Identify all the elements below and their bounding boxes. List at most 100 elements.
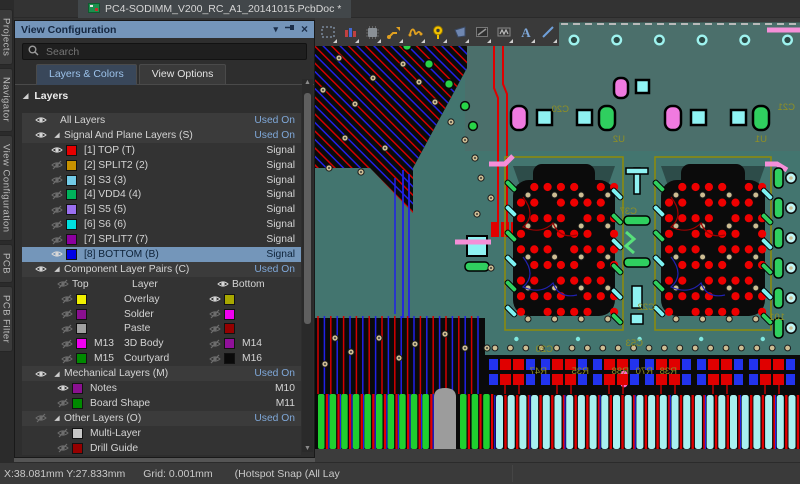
- pair-row[interactable]: Paste: [22, 321, 301, 337]
- layer-row[interactable]: [2] SPLIT2 (2) Signal: [22, 157, 301, 173]
- eye-hidden-icon[interactable]: [58, 324, 76, 334]
- layer-row[interactable]: Notes M10: [22, 381, 301, 396]
- eye-hidden-icon[interactable]: [54, 398, 72, 408]
- eye-visible-icon[interactable]: [32, 369, 50, 379]
- eye-hidden-icon[interactable]: [58, 294, 76, 304]
- panel-menu-button[interactable]: ▾: [273, 21, 278, 38]
- layer-color-swatch[interactable]: [224, 338, 235, 350]
- scroll-thumb[interactable]: [304, 93, 311, 325]
- layer-color-swatch[interactable]: [224, 308, 235, 320]
- eye-visible-icon[interactable]: [48, 249, 66, 259]
- layer-color-swatch[interactable]: [66, 234, 77, 246]
- eye-visible-icon[interactable]: [54, 383, 72, 393]
- pair-row[interactable]: Overlay: [22, 291, 301, 307]
- eye-hidden-icon[interactable]: [32, 413, 50, 423]
- eye-hidden-icon[interactable]: [206, 324, 224, 334]
- layer-row[interactable]: [5] S5 (5) Signal: [22, 202, 301, 218]
- layer-row[interactable]: [3] S3 (3) Signal: [22, 172, 301, 188]
- scroll-down-icon[interactable]: ▼: [302, 445, 313, 452]
- layer-color-swatch[interactable]: [66, 204, 77, 216]
- eye-hidden-icon[interactable]: [54, 428, 72, 438]
- layer-color-swatch[interactable]: [224, 353, 235, 365]
- layer-row[interactable]: Drill Guide: [22, 440, 301, 456]
- eye-hidden-icon[interactable]: [58, 339, 76, 349]
- layer-color-swatch[interactable]: [76, 308, 87, 320]
- pcb-editor-view[interactable]: C37 C20 C20 C21 U2 U1 C22 C53 101 R47 R3…: [315, 18, 800, 462]
- eye-hidden-icon[interactable]: [48, 235, 66, 245]
- tune-route-icon[interactable]: [405, 19, 427, 45]
- eye-hidden-icon[interactable]: [48, 190, 66, 200]
- component-icon[interactable]: [361, 19, 383, 45]
- side-tab-view-configuration[interactable]: View Configuration: [0, 134, 13, 242]
- eye-hidden-icon[interactable]: [48, 220, 66, 230]
- pair-row[interactable]: M13 3D Body M14: [22, 336, 301, 352]
- eye-hidden-icon[interactable]: [54, 443, 72, 453]
- layer-row[interactable]: [1] TOP (T) Signal: [22, 142, 301, 158]
- panel-pin-button[interactable]: [284, 21, 294, 38]
- expand-triangle-icon[interactable]: ◢: [50, 370, 64, 378]
- place-via-icon[interactable]: [427, 19, 449, 45]
- layer-color-swatch[interactable]: [66, 219, 77, 231]
- layer-row[interactable]: Board Shape M11: [22, 395, 301, 411]
- layer-color-swatch[interactable]: [224, 293, 235, 305]
- layer-color-swatch[interactable]: [76, 338, 87, 350]
- pair-row[interactable]: M15 Courtyard M16: [22, 351, 301, 367]
- route-track-icon[interactable]: [383, 19, 405, 45]
- eye-visible-icon[interactable]: [32, 115, 50, 125]
- layer-color-swatch[interactable]: [72, 382, 83, 394]
- eye-hidden-icon[interactable]: [206, 339, 224, 349]
- search-input[interactable]: [44, 44, 274, 59]
- side-tab-navigator[interactable]: Navigator: [0, 68, 13, 132]
- measure-icon[interactable]: [493, 19, 515, 45]
- pair-header-row[interactable]: Top Layer Bottom: [22, 276, 301, 292]
- layer-row[interactable]: ◢ Mechanical Layers (M) Used On: [22, 366, 301, 382]
- eye-hidden-icon[interactable]: [48, 175, 66, 185]
- scroll-up-icon[interactable]: ▲: [302, 79, 313, 86]
- layer-color-swatch[interactable]: [66, 144, 77, 156]
- eye-visible-icon[interactable]: [32, 130, 50, 140]
- tab-view-options[interactable]: View Options: [138, 64, 227, 84]
- side-tab-projects[interactable]: Projects: [0, 9, 13, 66]
- layer-row[interactable]: [6] S6 (6) Signal: [22, 217, 301, 233]
- layer-color-swatch[interactable]: [224, 323, 235, 335]
- layer-color-swatch[interactable]: [66, 248, 77, 260]
- layer-color-swatch[interactable]: [66, 174, 77, 186]
- layer-color-swatch[interactable]: [66, 159, 77, 171]
- eye-hidden-icon[interactable]: [58, 354, 76, 364]
- eye-hidden-icon[interactable]: [206, 354, 224, 364]
- expand-triangle-icon[interactable]: ◢: [50, 414, 64, 422]
- expand-triangle-icon[interactable]: ◢: [50, 265, 64, 273]
- layer-color-swatch[interactable]: [76, 353, 87, 365]
- tab-layers-colors[interactable]: Layers & Colors: [36, 64, 137, 85]
- place-line-icon[interactable]: [537, 19, 559, 45]
- layer-row[interactable]: ◢ Signal And Plane Layers (S) Used On: [22, 127, 301, 143]
- layer-row[interactable]: ◢ Component Layer Pairs (C) Used On: [22, 261, 301, 277]
- side-tab-pcb[interactable]: PCB: [0, 244, 13, 284]
- eye-visible-icon[interactable]: [214, 279, 232, 289]
- layer-row[interactable]: All Layers Used On: [22, 113, 301, 128]
- eye-visible-icon[interactable]: [32, 264, 50, 274]
- layer-color-swatch[interactable]: [76, 323, 87, 335]
- place-string-icon[interactable]: A: [515, 19, 537, 45]
- eye-hidden-icon[interactable]: [58, 309, 76, 319]
- layer-row[interactable]: [7] SPLIT7 (7) Signal: [22, 232, 301, 248]
- place-polygon-icon[interactable]: [449, 19, 471, 45]
- layer-color-swatch[interactable]: [66, 189, 77, 201]
- panel-close-button[interactable]: ×: [301, 21, 308, 38]
- layer-row[interactable]: [8] BOTTOM (B) Signal: [22, 247, 301, 262]
- placement-icon[interactable]: [339, 19, 361, 45]
- panel-scrollbar[interactable]: ▲ ▼: [302, 79, 313, 452]
- layer-color-swatch[interactable]: [72, 427, 83, 439]
- keepout-icon[interactable]: [471, 19, 493, 45]
- layer-row[interactable]: ◢ Other Layers (O) Used On: [22, 410, 301, 426]
- marquee-select-icon[interactable]: [317, 19, 339, 45]
- layers-section-header[interactable]: ◢ Layers: [15, 85, 314, 106]
- layer-color-swatch[interactable]: [72, 442, 83, 454]
- side-tab-pcb-filter[interactable]: PCB Filter: [0, 286, 13, 353]
- eye-hidden-icon[interactable]: [54, 279, 72, 289]
- layer-color-swatch[interactable]: [76, 293, 87, 305]
- layer-row[interactable]: Multi-Layer: [22, 425, 301, 441]
- layer-row[interactable]: [4] VDD4 (4) Signal: [22, 187, 301, 203]
- eye-visible-icon[interactable]: [48, 145, 66, 155]
- pair-row[interactable]: Solder: [22, 306, 301, 322]
